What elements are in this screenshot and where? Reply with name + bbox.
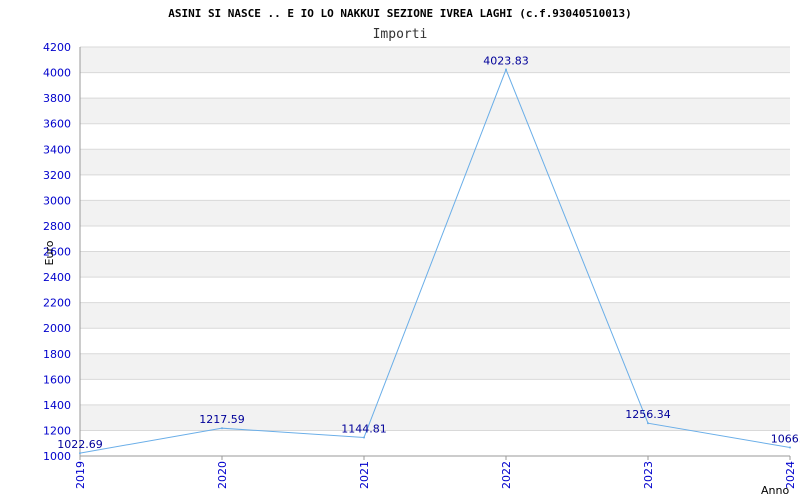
x-axis-label: Anno bbox=[761, 484, 789, 497]
x-tick-label: 2022 bbox=[500, 461, 513, 489]
grid-band bbox=[80, 98, 790, 124]
grid-band bbox=[80, 277, 790, 303]
grid-band bbox=[80, 302, 790, 329]
grid-band bbox=[80, 174, 790, 201]
data-label: 1022.69 bbox=[57, 438, 103, 451]
data-point bbox=[647, 422, 649, 425]
grid-band bbox=[80, 353, 790, 380]
y-tick-label: 1400 bbox=[43, 399, 71, 412]
chart-subtitle: Importi bbox=[373, 27, 428, 42]
x-tick-label: 2020 bbox=[216, 461, 229, 489]
grid-band bbox=[80, 47, 790, 73]
y-tick-label: 1200 bbox=[43, 424, 71, 437]
y-tick-label: 3000 bbox=[43, 194, 71, 207]
data-label: 4023.83 bbox=[483, 55, 529, 68]
y-tick-label: 4200 bbox=[43, 41, 71, 54]
x-tick-label: 2021 bbox=[358, 461, 371, 489]
line-chart: 1000120014001600180020002200240026002800… bbox=[43, 7, 800, 497]
grid-band bbox=[80, 200, 790, 226]
y-tick-label: 2400 bbox=[43, 271, 71, 284]
y-axis-label: Euro bbox=[43, 240, 56, 265]
y-tick-label: 1600 bbox=[43, 373, 71, 386]
grid-band bbox=[80, 123, 790, 150]
chart-title: ASINI SI NASCE .. E IO LO NAKKUI SEZIONE… bbox=[168, 7, 632, 20]
y-tick-label: 2800 bbox=[43, 220, 71, 233]
y-tick-label: 3200 bbox=[43, 169, 71, 182]
y-tick-label: 1800 bbox=[43, 348, 71, 361]
y-tick-label: 4000 bbox=[43, 67, 71, 80]
data-point bbox=[789, 446, 791, 449]
x-tick-labels: 2019 2020 2021 2022 2023 2024 bbox=[74, 461, 797, 489]
y-tick-label: 2000 bbox=[43, 322, 71, 335]
y-tick-label: 1000 bbox=[43, 450, 71, 463]
grid-band bbox=[80, 379, 790, 405]
grid-band bbox=[80, 149, 790, 175]
grid-band bbox=[80, 72, 790, 99]
data-label: 1256.34 bbox=[625, 408, 671, 421]
data-label: 1144.81 bbox=[341, 422, 387, 435]
y-tick-label: 2200 bbox=[43, 297, 71, 310]
grid-band bbox=[80, 404, 790, 431]
x-tick-label: 2019 bbox=[74, 461, 87, 489]
y-tick-label: 3400 bbox=[43, 143, 71, 156]
grid-band bbox=[80, 225, 790, 252]
data-point bbox=[505, 68, 507, 71]
data-point bbox=[79, 452, 81, 455]
grid-band bbox=[80, 251, 790, 278]
y-tick-label: 3600 bbox=[43, 118, 71, 131]
data-point bbox=[221, 427, 223, 430]
y-tick-label: 3800 bbox=[43, 92, 71, 105]
data-label: 1217.59 bbox=[199, 413, 245, 426]
grid-band bbox=[80, 328, 790, 354]
x-tick-label: 2023 bbox=[642, 461, 655, 489]
data-point bbox=[363, 436, 365, 439]
data-label: 1066.1 bbox=[771, 433, 800, 446]
